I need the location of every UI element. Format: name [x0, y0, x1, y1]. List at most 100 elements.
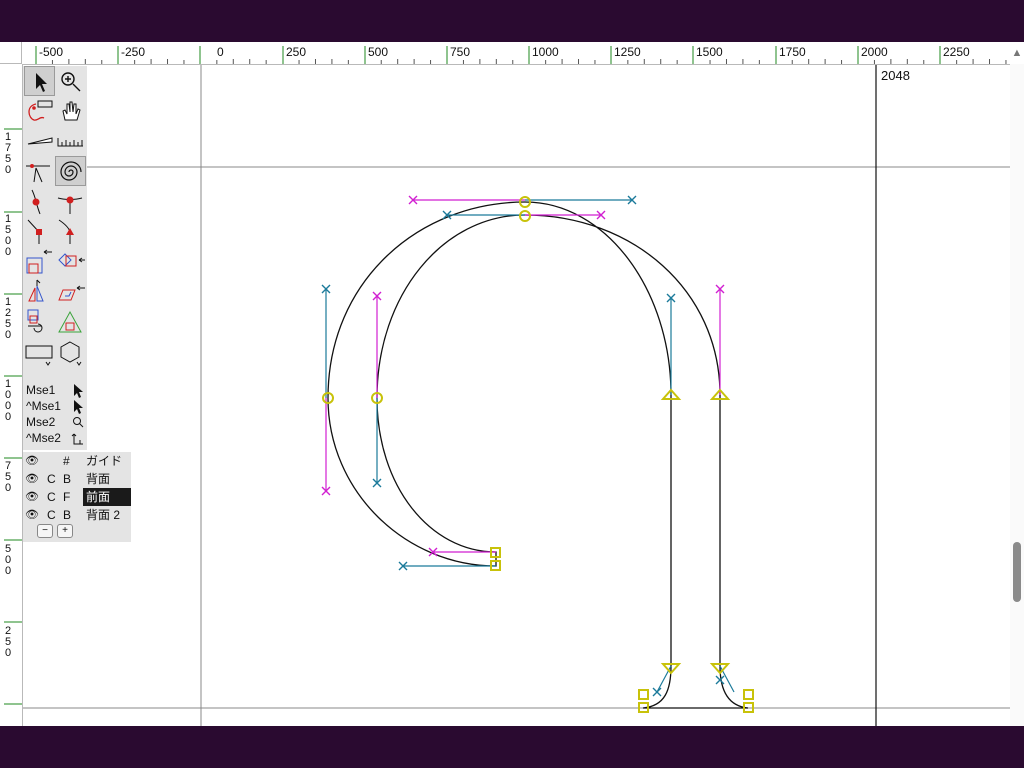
magnify-tool-button[interactable]	[55, 66, 86, 96]
on-curve-points	[322, 196, 754, 713]
curve-point-tool-button[interactable]	[24, 186, 55, 216]
layer-name: ガイド	[86, 454, 123, 468]
polygon-tool-button[interactable]	[55, 338, 86, 368]
pointer-arrow-icon	[36, 73, 47, 92]
knife-tool-button[interactable]	[24, 126, 55, 156]
pointer-arrow-icon	[74, 384, 83, 398]
corner-point-tool-button[interactable]	[24, 216, 55, 246]
pointer-tool-button[interactable]	[24, 66, 55, 96]
vruler-1500-d3: 0	[5, 246, 11, 258]
3d-rotate-tool-button[interactable]	[55, 306, 86, 336]
perspective-tool-button[interactable]	[24, 306, 55, 336]
horizontal-ruler-ticks: -500 -250 0 250 500 750 1000 1250 1500 1…	[35, 45, 1007, 64]
rotate-tool-button[interactable]	[55, 246, 86, 276]
layer-name: 背面	[86, 472, 111, 486]
corner-point[interactable]	[638, 689, 649, 700]
vertical-scrollbar[interactable]	[1010, 64, 1024, 726]
layer-col1: C	[47, 472, 56, 486]
advance-width-label: 2048	[881, 68, 910, 83]
hruler-label-3: 250	[286, 45, 306, 59]
mouse-legend-label: ^Mse1	[26, 399, 61, 413]
remove-layer-button[interactable]: −	[37, 524, 53, 538]
eye-icon[interactable]: 👁	[25, 506, 39, 524]
hvcurve-tool-button[interactable]	[24, 156, 55, 186]
horizontal-ruler: -500 -250 0 250 500 750 1000 1250 1500 1…	[22, 42, 1010, 65]
eye-icon[interactable]: 👁	[25, 452, 39, 470]
layer-row-back-2[interactable]: 👁 C B 背面 2	[23, 506, 131, 524]
vruler-500-d2: 0	[5, 565, 11, 577]
mouse-legend-row: Mse2	[26, 414, 55, 430]
layer-name-active: 前面	[83, 488, 131, 506]
hv-curve-point-icon	[57, 196, 83, 214]
layer-col2: F	[63, 490, 71, 504]
tangent-point-icon	[58, 219, 74, 244]
glyph-outline[interactable]	[327, 201, 749, 709]
curve-point[interactable]	[519, 210, 531, 222]
skew-icon	[58, 285, 85, 301]
freehand-tool-button[interactable]	[24, 96, 55, 126]
mouse-legend-tool-icons	[71, 384, 84, 445]
hruler-label-7: 1250	[614, 45, 641, 59]
hexagon-icon	[60, 341, 82, 366]
glyph-editor-window: -500 -250 0 250 500 750 1000 1250 1500 1…	[0, 42, 1024, 726]
mouse-button-legend: Mse1 ^Mse1 Mse2 ^Mse2	[23, 382, 87, 450]
layer-col2: B	[63, 508, 72, 522]
hruler-label-10: 2000	[861, 45, 888, 59]
cp-marker[interactable]	[652, 687, 662, 697]
glyph-canvas-svg[interactable]: 2048	[23, 65, 1010, 726]
perspective-icon	[27, 309, 43, 333]
layer-col2: #	[63, 454, 70, 468]
mouse-legend-row: ^Mse1	[26, 398, 61, 414]
curve-point-icon	[31, 189, 41, 215]
knife-icon	[27, 137, 53, 145]
eye-icon[interactable]: 👁	[25, 488, 39, 506]
flip-tool-button[interactable]	[24, 276, 55, 306]
cp-marker[interactable]	[715, 675, 725, 685]
vertical-ruler-ticks: 1 7 5 0 1 5 0 0 1 2 5 0 1 0 0 0 7 5 0 5	[4, 128, 22, 705]
corner-tool-icon	[71, 433, 83, 445]
rotate-icon	[58, 253, 85, 267]
mouse-legend-row: Mse1	[26, 382, 55, 398]
mouse-legend-label: Mse1	[26, 383, 56, 397]
3d-rotate-icon	[58, 310, 82, 333]
ruler-icon	[57, 138, 83, 147]
hruler-label-1: -250	[121, 45, 145, 59]
layer-row-back[interactable]: 👁 C B 背面	[23, 470, 131, 488]
glyph-canvas[interactable]: 2048	[23, 65, 1010, 726]
rectangle-tool-button[interactable]	[24, 338, 55, 368]
hruler-label-2: 0	[217, 45, 224, 59]
hruler-label-9: 1750	[779, 45, 806, 59]
layer-row-guide[interactable]: 👁 # ガイド	[23, 452, 131, 470]
vertical-ruler: 1 7 5 0 1 5 0 0 1 2 5 0 1 0 0 0 7 5 0 5	[0, 64, 23, 726]
corner-point[interactable]	[743, 689, 754, 700]
hv-curve-point-tool-button[interactable]	[55, 186, 86, 216]
layer-col1: C	[47, 490, 56, 504]
hand-icon	[62, 101, 81, 121]
add-layer-button[interactable]: +	[57, 524, 73, 538]
tangent-point-tool-button[interactable]	[55, 216, 86, 246]
ruler-corner	[0, 42, 22, 64]
hruler-label-8: 1500	[696, 45, 723, 59]
skew-tool-button[interactable]	[55, 276, 86, 306]
scale-tool-button[interactable]	[24, 246, 55, 276]
hruler-label-4: 500	[368, 45, 388, 59]
magnify-icon	[61, 72, 81, 92]
scroll-up-arrow-icon[interactable]: ▲	[1010, 42, 1024, 64]
layer-row-fore[interactable]: 👁 C F 前面	[23, 488, 131, 506]
vruler-1250-d3: 0	[5, 329, 11, 341]
scrollbar-thumb[interactable]	[1013, 542, 1021, 602]
ruler-tool-button[interactable]	[55, 126, 86, 156]
vruler-250-d2: 0	[5, 647, 11, 659]
freehand-icon	[28, 100, 53, 121]
scroll-hand-tool-button[interactable]	[55, 96, 86, 126]
rectangle-icon	[25, 345, 53, 366]
hruler-label-5: 750	[450, 45, 470, 59]
eye-icon[interactable]: 👁	[25, 470, 39, 488]
spiro-tool-button[interactable]	[55, 156, 86, 186]
pointer-arrow-icon	[74, 400, 83, 414]
magnify-handle	[79, 423, 84, 428]
mouse-legend-row: ^Mse2	[26, 430, 61, 446]
flip-icon	[28, 279, 44, 302]
vruler-1750-d3: 0	[5, 164, 11, 176]
spiral-icon	[60, 161, 82, 181]
